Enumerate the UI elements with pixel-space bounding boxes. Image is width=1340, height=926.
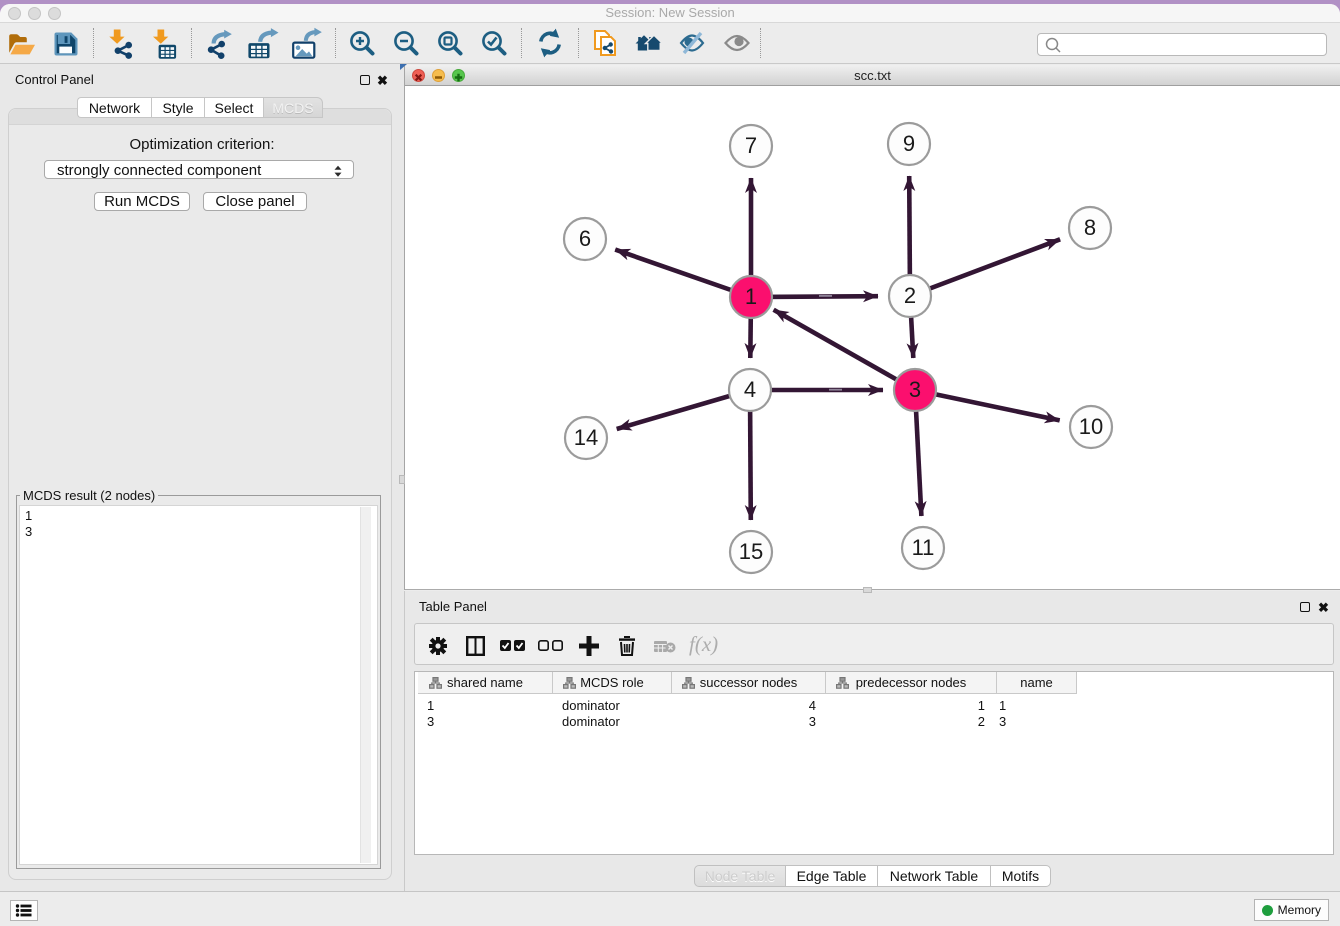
svg-text:2: 2 [904,283,916,308]
svg-text:15: 15 [739,539,763,564]
svg-text:1: 1 [745,284,757,309]
svg-text:6: 6 [579,226,591,251]
svg-text:9: 9 [903,131,915,156]
svg-text:14: 14 [574,425,598,450]
svg-text:7: 7 [745,133,757,158]
svg-text:3: 3 [909,377,921,402]
svg-text:11: 11 [912,535,935,560]
svg-text:8: 8 [1084,215,1096,240]
svg-text:4: 4 [744,377,756,402]
svg-text:10: 10 [1079,414,1103,439]
